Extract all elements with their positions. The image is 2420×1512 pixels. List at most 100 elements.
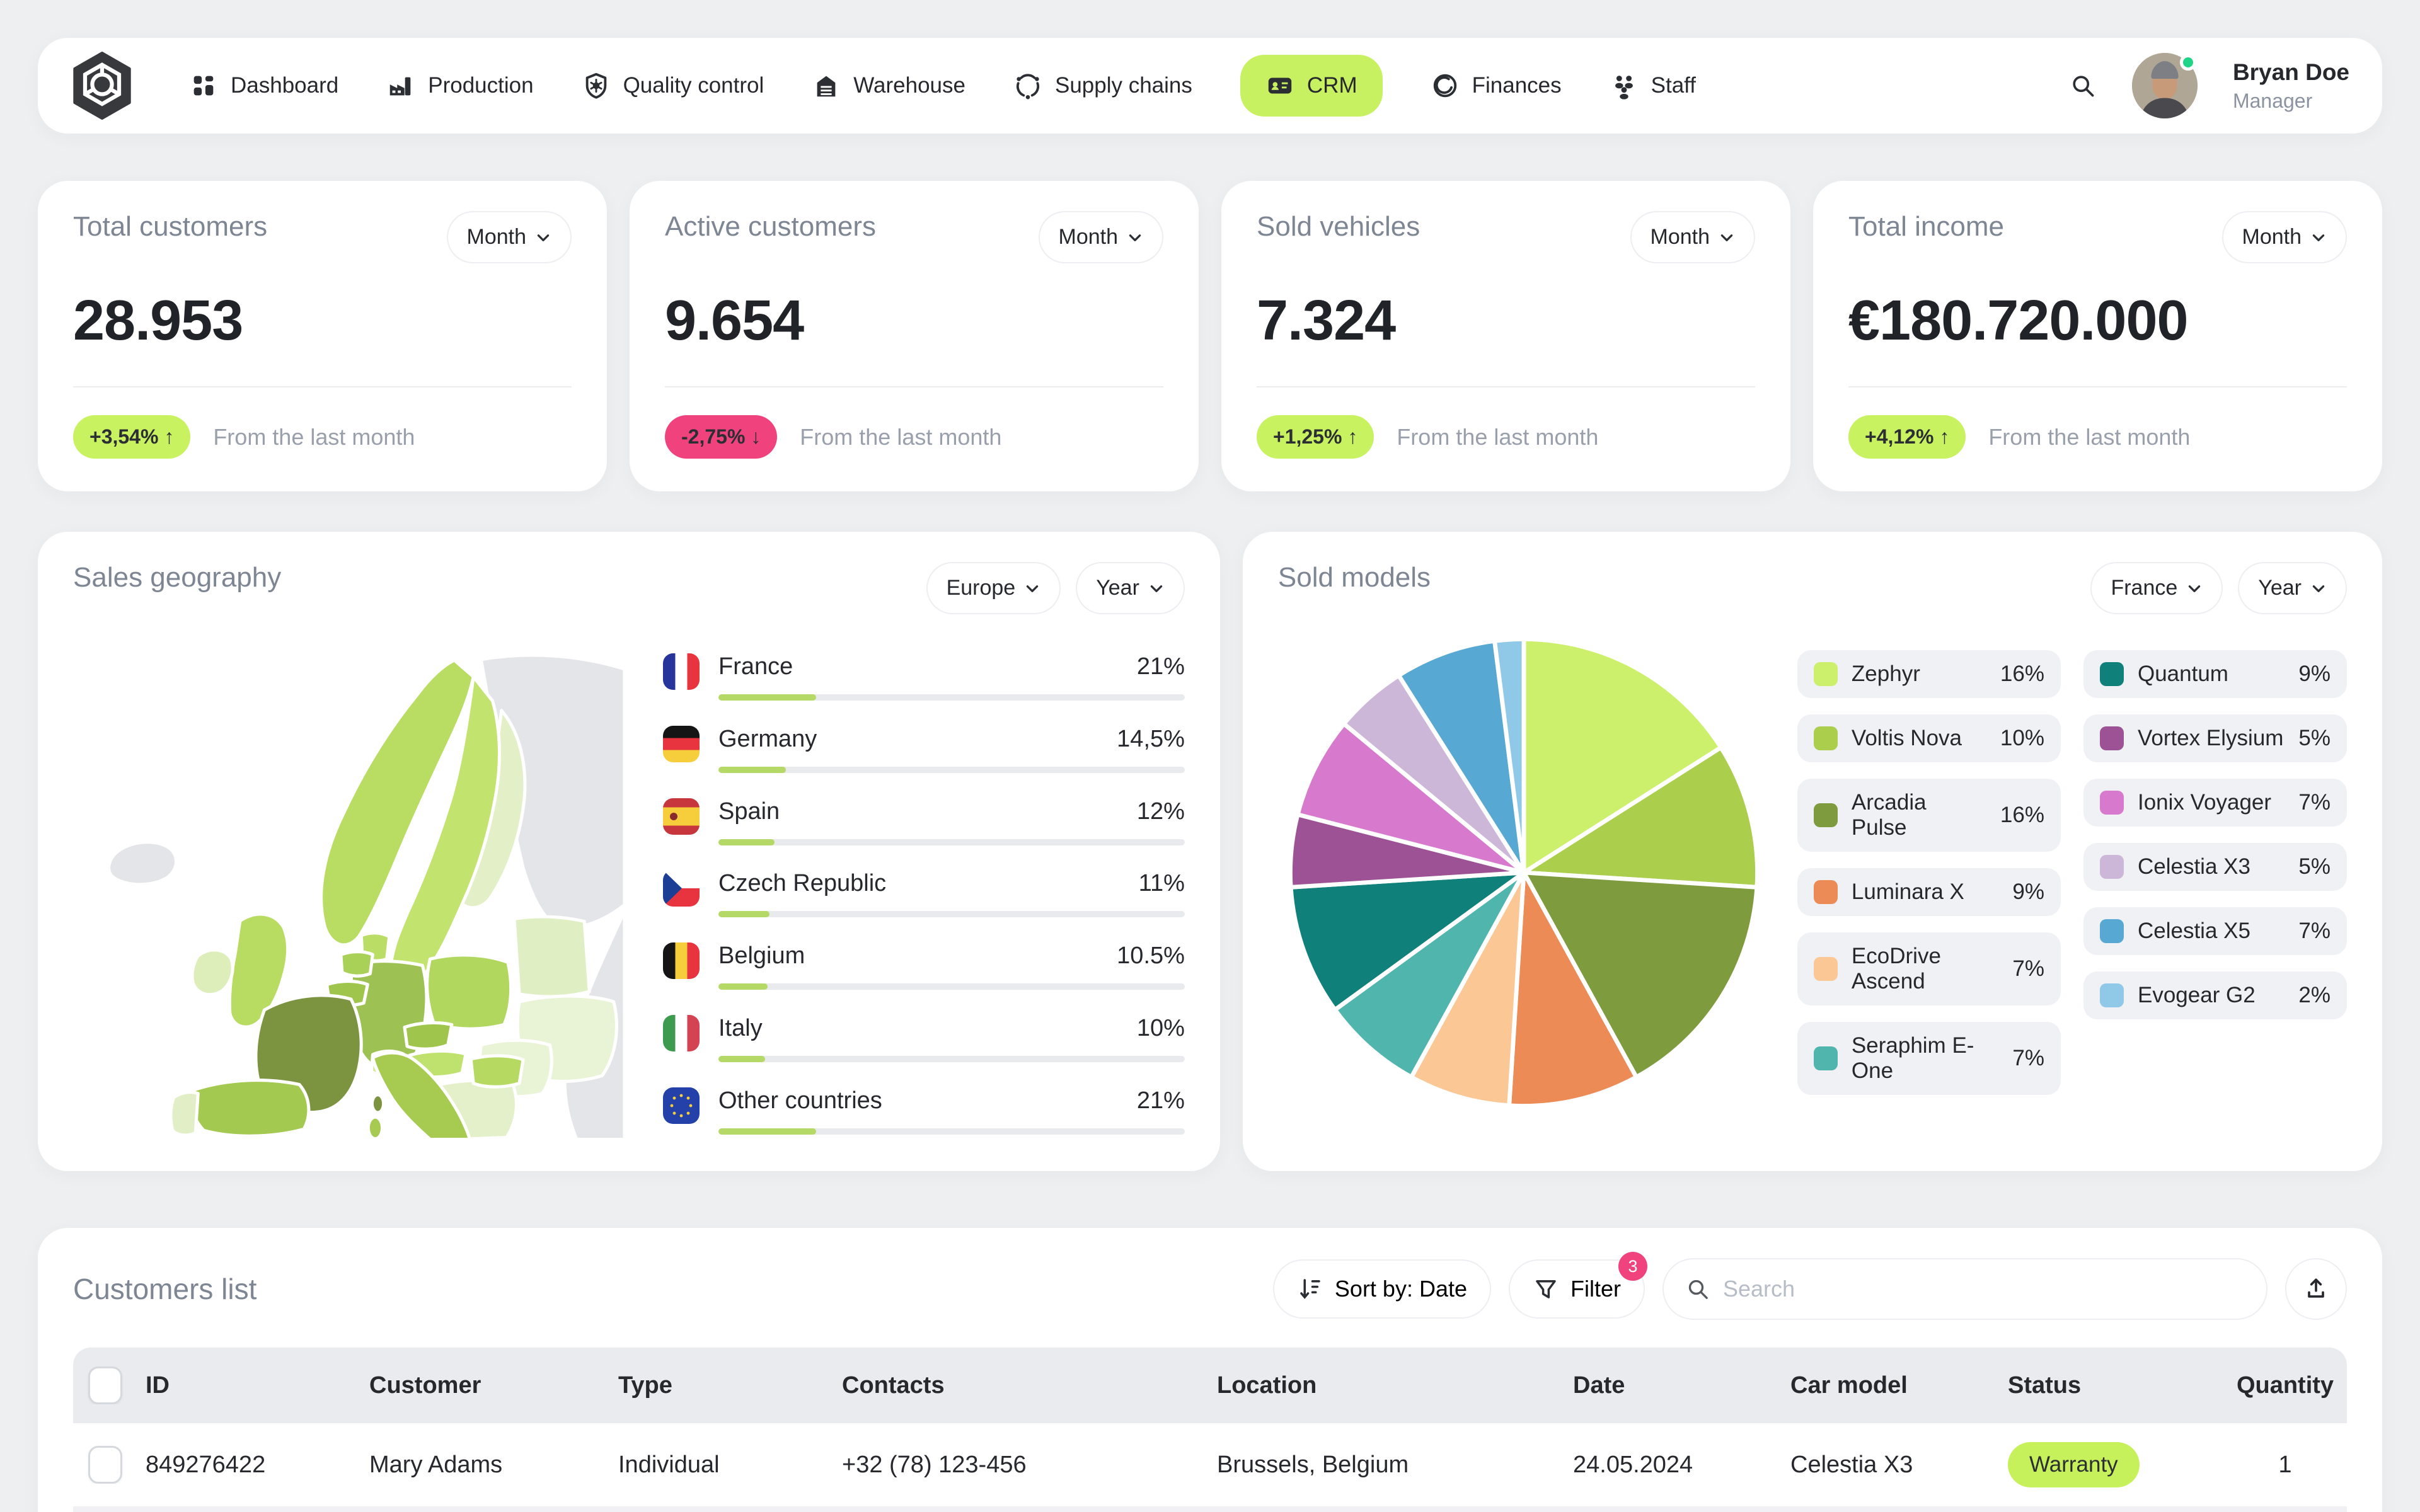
- legend-item: Quantum9%: [2083, 650, 2347, 698]
- nav-item-finances[interactable]: Finances: [1431, 71, 1562, 100]
- column-header-status: Status: [2008, 1372, 2228, 1399]
- period-dropdown[interactable]: Month: [2222, 211, 2348, 263]
- legend-swatch: [1814, 726, 1838, 750]
- list-item: France21%: [663, 653, 1185, 701]
- status-badge: Warranty: [2008, 1442, 2140, 1487]
- nav-label: Dashboard: [231, 73, 338, 98]
- legend-item: Luminara X9%: [1797, 868, 2061, 916]
- nav-item-warehouse[interactable]: Warehouse: [812, 71, 965, 100]
- country-name: Czech Republic: [718, 870, 886, 897]
- nav-item-crm[interactable]: CRM: [1240, 55, 1383, 117]
- row-checkbox[interactable]: [88, 1446, 122, 1484]
- stat-value: 28.953: [73, 289, 572, 353]
- online-status-dot: [2180, 54, 2196, 71]
- legend-item: Arcadia Pulse16%: [1797, 779, 2061, 852]
- sales-geography-title: Sales geography: [73, 562, 281, 593]
- nav-item-dashboard[interactable]: Dashboard: [189, 71, 338, 100]
- nav-label: Warehouse: [853, 73, 965, 98]
- nav-item-staff[interactable]: Staff: [1610, 71, 1696, 100]
- user-avatar[interactable]: [2132, 53, 2198, 118]
- list-item: Spain12%: [663, 798, 1185, 845]
- search-input[interactable]: [1723, 1276, 2245, 1302]
- legend-item: EcoDrive Ascend7%: [1797, 932, 2061, 1005]
- stat-card-active-customers: Active customers Month 9.654 -2,75% ↓ Fr…: [630, 181, 1199, 491]
- filter-button[interactable]: Filter 3: [1509, 1259, 1645, 1319]
- column-header-quantity: Quantity: [2228, 1372, 2342, 1399]
- delta-badge: +1,25% ↑: [1257, 415, 1374, 459]
- country-value: 21%: [1137, 1087, 1185, 1114]
- search-icon: [2069, 72, 2097, 100]
- filter-icon: [1533, 1276, 1559, 1302]
- search-button[interactable]: [2069, 72, 2097, 100]
- arrow-up-icon: ↑: [164, 425, 174, 448]
- legend-swatch: [1814, 662, 1838, 686]
- pie-legend: Zephyr16% Voltis Nova10% Arcadia Pulse16…: [1797, 650, 2347, 1095]
- warehouse-icon: [812, 71, 841, 100]
- cell-location: Brussels, Belgium: [1217, 1452, 1573, 1479]
- divider: [73, 386, 572, 387]
- search-field[interactable]: [1662, 1258, 2267, 1320]
- country-sales-list: France21% Germany14,5% Spain12%: [663, 637, 1185, 1141]
- flag-spain-icon: [663, 798, 700, 835]
- coin-icon: [1431, 71, 1460, 100]
- list-item: Germany14,5%: [663, 726, 1185, 773]
- sort-button[interactable]: Sort by: Date: [1273, 1259, 1491, 1319]
- column-header-date: Date: [1573, 1372, 1790, 1399]
- period-dropdown[interactable]: Month: [447, 211, 572, 263]
- stat-note: From the last month: [1397, 424, 1598, 450]
- cell-contacts: +32 (78) 123-456: [842, 1452, 1217, 1479]
- period-dropdown[interactable]: Month: [1039, 211, 1164, 263]
- user-info[interactable]: Bryan Doe Manager: [2233, 59, 2349, 113]
- app-logo-icon[interactable]: [71, 52, 134, 120]
- people-icon: [1610, 71, 1639, 100]
- id-card-icon: [1265, 71, 1294, 100]
- chevron-down-icon: [1148, 580, 1165, 597]
- stat-title: Sold vehicles: [1257, 211, 1420, 243]
- period-dropdown[interactable]: Year: [1076, 562, 1185, 614]
- select-all-checkbox[interactable]: [88, 1366, 122, 1404]
- column-header-id: ID: [146, 1372, 369, 1399]
- list-item: Italy10%: [663, 1015, 1185, 1062]
- legend-item: Ionix Voyager7%: [2083, 779, 2347, 827]
- period-dropdown[interactable]: Year: [2238, 562, 2347, 614]
- stat-note: From the last month: [213, 424, 415, 450]
- country-name: France: [718, 653, 793, 680]
- divider: [665, 386, 1163, 387]
- region-dropdown[interactable]: Europe: [926, 562, 1061, 614]
- list-item: Other countries21%: [663, 1087, 1185, 1135]
- customers-table: ID Customer Type Contacts Location Date …: [73, 1348, 2347, 1512]
- delta-badge: +3,54% ↑: [73, 415, 190, 459]
- filter-count-badge: 3: [1618, 1252, 1647, 1281]
- period-dropdown[interactable]: Month: [1630, 211, 1756, 263]
- export-button[interactable]: [2285, 1258, 2347, 1320]
- stat-value: 9.654: [665, 289, 1163, 353]
- stat-title: Active customers: [665, 211, 876, 243]
- crm-dashboard-page: Dashboard Production Quality control War…: [0, 0, 2420, 1512]
- chevron-down-icon: [2310, 229, 2327, 246]
- country-dropdown[interactable]: France: [2090, 562, 2223, 614]
- arrow-up-icon: ↑: [1939, 425, 1949, 448]
- factory-icon: [386, 71, 415, 100]
- chevron-down-icon: [1024, 580, 1040, 597]
- legend-item: Zephyr16%: [1797, 650, 2061, 698]
- table-row[interactable]: 549766421 Jonathan Doe Individual jonath…: [73, 1506, 2347, 1512]
- flag-germany-icon: [663, 726, 700, 762]
- country-value: 10.5%: [1117, 942, 1185, 970]
- nav-item-supply-chains[interactable]: Supply chains: [1013, 71, 1192, 100]
- stat-value: €180.720.000: [1848, 289, 2347, 353]
- search-icon: [1685, 1276, 1710, 1302]
- nav-item-production[interactable]: Production: [386, 71, 533, 100]
- cell-customer: Mary Adams: [369, 1452, 618, 1479]
- nav-label: Finances: [1472, 73, 1562, 98]
- nav-label: CRM: [1307, 73, 1357, 98]
- column-header-location: Location: [1217, 1372, 1573, 1399]
- divider: [1257, 386, 1755, 387]
- stat-note: From the last month: [1988, 424, 2190, 450]
- legend-item: Vortex Elysium5%: [2083, 714, 2347, 762]
- table-row[interactable]: 849276422 Mary Adams Individual +32 (78)…: [73, 1423, 2347, 1506]
- column-header-customer: Customer: [369, 1372, 618, 1399]
- user-name: Bryan Doe: [2233, 59, 2349, 86]
- nav-item-quality-control[interactable]: Quality control: [582, 71, 764, 100]
- cell-car-model: Celestia X3: [1790, 1452, 2008, 1479]
- country-name: Germany: [718, 726, 817, 753]
